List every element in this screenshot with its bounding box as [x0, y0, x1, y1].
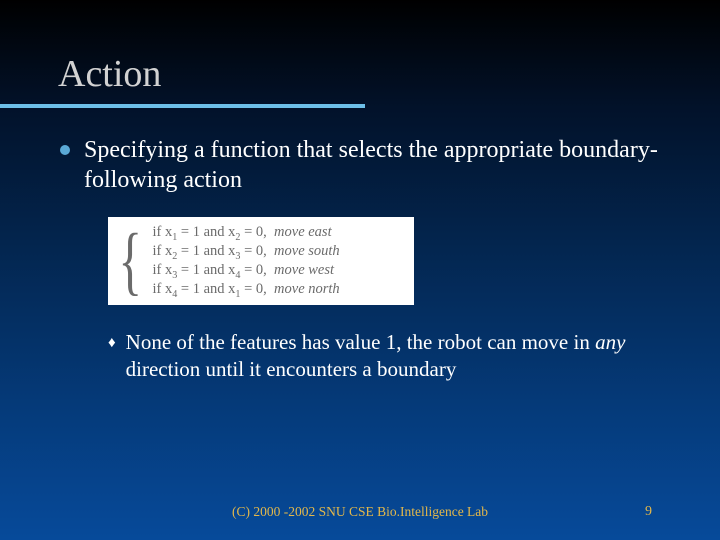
rules-box: { if x1 = 1 and x2 = 0, move east if x2 …: [108, 217, 414, 305]
diamond-bullet-icon: ♦: [108, 335, 116, 352]
bullet2-text: None of the features has value 1, the ro…: [126, 329, 660, 384]
rule-row: if x4 = 1 and x1 = 0, move north: [152, 280, 339, 299]
bullet-level1: Specifying a function that selects the a…: [60, 135, 660, 195]
brace-icon: {: [118, 223, 142, 299]
rule-row: if x1 = 1 and x2 = 0, move east: [152, 223, 339, 242]
slide: Action Specifying a function that select…: [0, 0, 720, 540]
rule-row: if x2 = 1 and x3 = 0, move south: [152, 242, 339, 261]
slide-title: Action: [58, 52, 161, 96]
bullet-dot-icon: [60, 145, 70, 155]
rule-row: if x3 = 1 and x4 = 0, move west: [152, 261, 339, 280]
slide-body: Specifying a function that selects the a…: [60, 135, 660, 384]
bullet-level2: ♦ None of the features has value 1, the …: [108, 329, 660, 384]
rules-lines: if x1 = 1 and x2 = 0, move east if x2 = …: [152, 223, 339, 299]
page-number: 9: [645, 504, 652, 520]
bullet1-text: Specifying a function that selects the a…: [84, 135, 660, 195]
footer-text: (C) 2000 -2002 SNU CSE Bio.Intelligence …: [0, 504, 720, 520]
title-underline: [0, 104, 365, 108]
